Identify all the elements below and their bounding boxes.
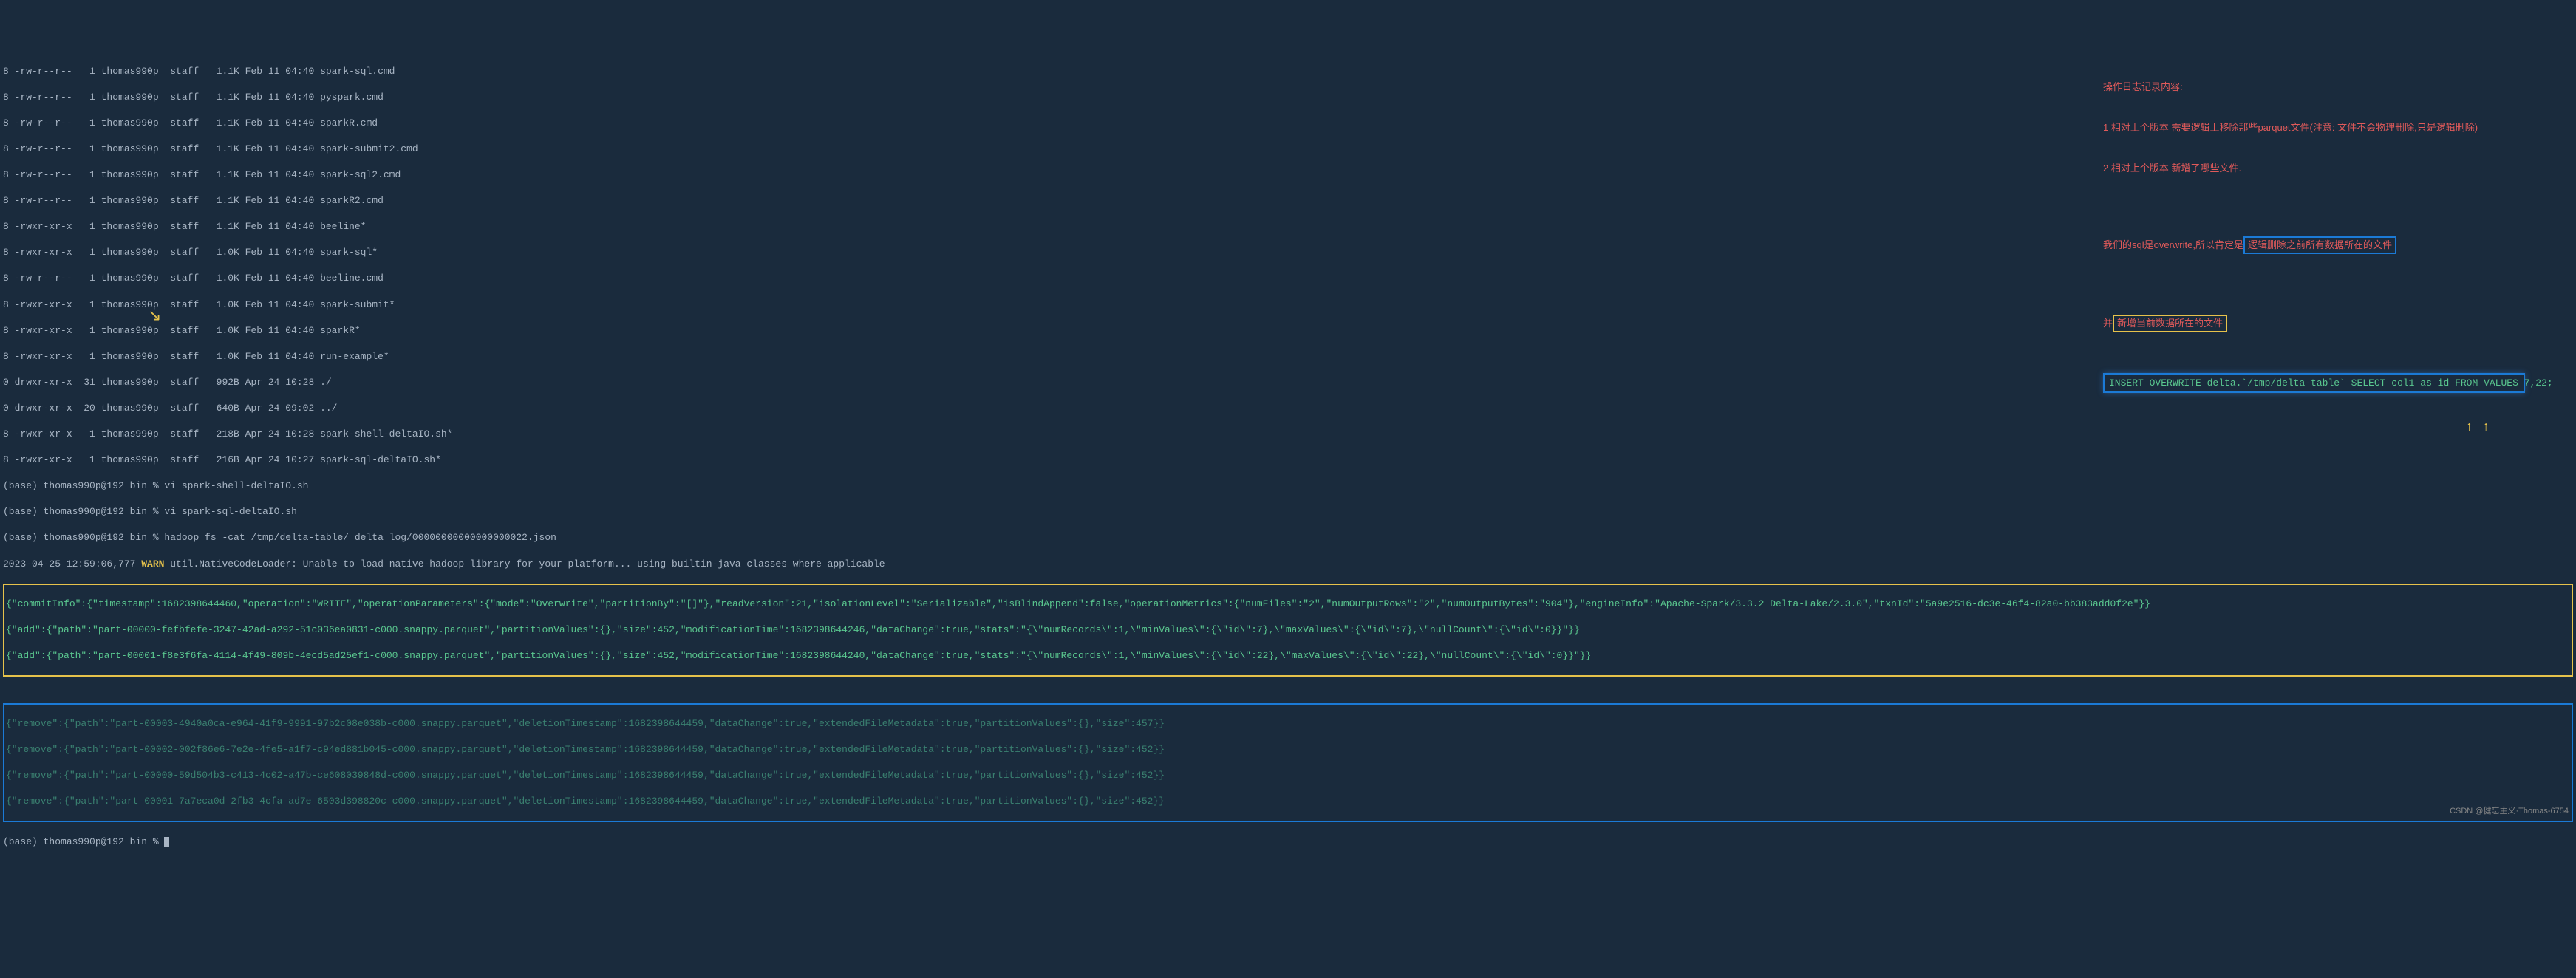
warn-label: WARN bbox=[141, 558, 164, 570]
sql-box: INSERT OVERWRITE delta.`/tmp/delta-table… bbox=[2103, 373, 2525, 394]
json-remove-line: {"remove":{"path":"part-00003-4940a0ca-e… bbox=[6, 717, 2570, 731]
shell-prompt: (base) thomas990p@192 bin % hadoop fs -c… bbox=[3, 531, 2573, 544]
json-remove-line: {"remove":{"path":"part-00000-59d504b3-c… bbox=[6, 769, 2570, 782]
watermark: CSDN @健忘主义·Thomas-6754 bbox=[2450, 806, 2569, 817]
arrow-icon: ↘ bbox=[148, 306, 161, 328]
note-line: 并新增当前数据所在的文件 bbox=[2103, 315, 2546, 332]
highlight-yellow: 新增当前数据所在的文件 bbox=[2113, 315, 2227, 332]
shell-prompt-current[interactable]: (base) thomas990p@192 bin % bbox=[3, 835, 2573, 849]
arrow-icons: ↑↑ bbox=[2465, 419, 2546, 437]
warn-message: util.NativeCodeLoader: Unable to load na… bbox=[164, 558, 885, 570]
json-commit-line: {"commitInfo":{"timestamp":1682398644460… bbox=[6, 598, 2570, 611]
terminal-output[interactable]: 8 -rw-r--r-- 1 thomas990p staff 1.1K Feb… bbox=[0, 52, 2576, 887]
json-remove-line: {"remove":{"path":"part-00001-7a7eca0d-2… bbox=[6, 795, 2570, 808]
json-remove-line: {"remove":{"path":"part-00002-002f86e6-7… bbox=[6, 743, 2570, 756]
json-add-line: {"add":{"path":"part-00001-f8e3f6fa-4114… bbox=[6, 649, 2570, 663]
cursor-icon bbox=[164, 837, 169, 847]
json-remove-block: {"remove":{"path":"part-00003-4940a0ca-e… bbox=[3, 703, 2573, 823]
shell-prompt: (base) thomas990p@192 bin % vi spark-she… bbox=[3, 479, 2573, 493]
warn-line: 2023-04-25 12:59:06,777 WARN util.Native… bbox=[3, 558, 2573, 571]
json-add-line: {"add":{"path":"part-00000-fefbfefe-3247… bbox=[6, 623, 2570, 637]
annotation-overlay: 操作日志记录内容: 1 相对上个版本 需要逻辑上移除那些parquet文件(注意… bbox=[2103, 52, 2546, 450]
note-line: 1 相对上个版本 需要逻辑上移除那些parquet文件(注意: 文件不会物理删除… bbox=[2103, 121, 2546, 134]
json-add-block: {"commitInfo":{"timestamp":1682398644460… bbox=[3, 584, 2573, 677]
note-line: 我们的sql是overwrite,所以肯定是逻辑删除之前所有数据所在的文件 bbox=[2103, 236, 2546, 254]
timestamp: 2023-04-25 12:59:06,777 bbox=[3, 558, 141, 570]
ls-line: 8 -rwxr-xr-x 1 thomas990p staff 216B Apr… bbox=[3, 454, 2573, 467]
shell-prompt: (base) thomas990p@192 bin % vi spark-sql… bbox=[3, 505, 2573, 519]
note-line: 2 相对上个版本 新增了哪些文件. bbox=[2103, 162, 2546, 175]
highlight-blue: 逻辑删除之前所有数据所在的文件 bbox=[2243, 236, 2396, 254]
sql-statement: INSERT OVERWRITE delta.`/tmp/delta-table… bbox=[2109, 377, 2553, 389]
note-title: 操作日志记录内容: bbox=[2103, 81, 2546, 94]
